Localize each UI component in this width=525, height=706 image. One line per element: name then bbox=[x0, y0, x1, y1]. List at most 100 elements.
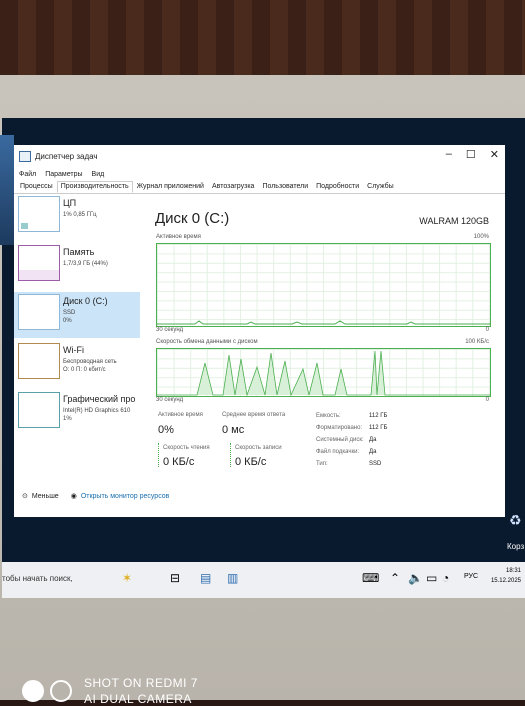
resource-monitor-icon: ◉ bbox=[70, 493, 77, 500]
prop-page-file-value: Да bbox=[369, 449, 377, 455]
recycle-bin-icon[interactable]: ♻ bbox=[509, 512, 525, 532]
prop-capacity-label: Емкость: bbox=[316, 413, 341, 419]
task-manager-window: Диспетчер задач – ☐ ✕ Файл Параметры Вид… bbox=[14, 145, 505, 517]
sidebar-item-usage: 1% bbox=[63, 416, 72, 422]
wifi-icon[interactable]: ◔ bbox=[442, 571, 449, 585]
sidebar-item-disk[interactable]: Диск 0 (C:) SSD 0% bbox=[14, 292, 140, 338]
sidebar-item-usage: 0% bbox=[63, 318, 72, 324]
wifi-thumbnail-graph bbox=[18, 343, 60, 379]
read-speed-label: Скорость чтения bbox=[163, 445, 210, 451]
transfer-rate-graph-label: Скорость обмена данными с диском bbox=[156, 339, 258, 345]
watermark-line2: AI DUAL CAMERA bbox=[84, 692, 192, 706]
active-time-graph-max: 100% bbox=[473, 234, 489, 240]
recycle-bin-label: Корз bbox=[507, 542, 525, 551]
task-manager-taskbar-icon[interactable]: ▥ bbox=[227, 571, 238, 585]
sidebar-item-label: ЦП bbox=[63, 198, 77, 208]
camera-watermark-logo bbox=[22, 680, 72, 702]
battery-icon[interactable]: ▭ bbox=[426, 571, 437, 585]
clock-date: 15.12.2025 bbox=[490, 578, 521, 584]
watermark-circle-outline-icon bbox=[50, 680, 72, 702]
response-time-label: Среднее время ответа bbox=[222, 412, 286, 418]
response-time-value: 0 мс bbox=[222, 424, 245, 436]
watermark-circle-filled-icon bbox=[22, 680, 44, 702]
menu-options[interactable]: Параметры bbox=[45, 171, 82, 178]
wall-background bbox=[0, 0, 525, 78]
sidebar-item-label: Wi-Fi bbox=[63, 345, 84, 355]
disk-thumbnail-graph bbox=[18, 294, 60, 330]
sidebar-item-label: Память bbox=[63, 247, 95, 257]
active-time-value: 0% bbox=[158, 424, 174, 436]
sidebar-item-label: Диск 0 (C:) bbox=[63, 296, 108, 306]
tab-processes[interactable]: Процессы bbox=[16, 181, 57, 193]
weather-icon[interactable]: ✶ bbox=[122, 571, 132, 585]
tab-users[interactable]: Пользователи bbox=[258, 181, 312, 193]
sidebar-item-label: Графический про bbox=[63, 394, 136, 404]
fewer-details-button[interactable]: Меньше bbox=[32, 493, 59, 500]
show-hidden-icons-chevron-icon[interactable]: ⌃ bbox=[390, 571, 400, 585]
tab-app-history[interactable]: Журнал приложений bbox=[133, 181, 208, 193]
active-time-graph-min: 0 bbox=[485, 327, 489, 333]
write-speed-value: 0 КБ/с bbox=[235, 456, 267, 468]
task-manager-icon bbox=[19, 150, 31, 162]
volume-icon[interactable]: 🔈 bbox=[408, 571, 423, 585]
open-resource-monitor-link[interactable]: Открыть монитор ресурсов bbox=[81, 493, 170, 500]
prop-type-label: Тип: bbox=[316, 461, 328, 467]
transfer-rate-graph bbox=[156, 348, 491, 397]
search-box[interactable]: тобы начать поиск, bbox=[2, 568, 82, 590]
sidebar-item-memory[interactable]: Память 1,7/3,9 ГБ (44%) bbox=[14, 243, 140, 289]
cpu-thumbnail-graph bbox=[18, 196, 60, 232]
title-bar[interactable]: Диспетчер задач – ☐ ✕ bbox=[14, 145, 505, 167]
menu-file[interactable]: Файл bbox=[19, 171, 36, 178]
disk-model: WALRAM 120GB bbox=[419, 216, 489, 226]
transfer-rate-graph-timespan: 30 секунд bbox=[156, 397, 184, 403]
watermark-line1: SHOT ON REDMI 7 bbox=[84, 676, 198, 690]
language-indicator[interactable]: РУС bbox=[464, 573, 478, 580]
active-time-graph-label: Активное время bbox=[156, 234, 201, 240]
sidebar-item-detail: 1% 0,85 ГГц bbox=[63, 212, 97, 218]
file-explorer-icon[interactable]: ▤ bbox=[200, 571, 211, 585]
performance-sidebar: ЦП 1% 0,85 ГГц Память 1,7/3,9 ГБ (44%) Д… bbox=[14, 194, 140, 486]
tab-details[interactable]: Подробности bbox=[312, 181, 363, 193]
transfer-rate-graph-min: 0 bbox=[485, 397, 489, 403]
keyboard-icon[interactable]: ⌨ bbox=[362, 571, 379, 585]
prop-system-disk-value: Да bbox=[369, 437, 377, 443]
maximize-button[interactable]: ☐ bbox=[466, 148, 476, 161]
sidebar-item-detail: 1,7/3,9 ГБ (44%) bbox=[63, 261, 108, 267]
disk-title: Диск 0 (C:) bbox=[155, 210, 230, 227]
clock-time: 18:31 bbox=[505, 568, 521, 574]
gpu-thumbnail-graph bbox=[18, 392, 60, 428]
menu-bar: Файл Параметры Вид bbox=[14, 167, 505, 181]
footer: ⊙ Меньше ◉ Открыть монитор ресурсов bbox=[22, 492, 170, 501]
transfer-rate-graph-max: 100 КБ/с bbox=[465, 339, 489, 345]
menu-view[interactable]: Вид bbox=[92, 171, 105, 178]
write-speed-indicator bbox=[230, 443, 232, 467]
sidebar-item-cpu[interactable]: ЦП 1% 0,85 ГГц bbox=[14, 194, 140, 240]
prop-page-file-label: Файл подкачки: bbox=[316, 449, 360, 455]
active-time-line bbox=[157, 320, 490, 325]
write-speed-label: Скорость записи bbox=[235, 445, 282, 451]
collapse-icon[interactable]: ⊙ bbox=[22, 492, 28, 500]
task-view-icon[interactable]: ⊟ bbox=[170, 571, 180, 585]
prop-formatted-value: 112 ГБ bbox=[369, 425, 388, 431]
sidebar-item-detail: SSD bbox=[63, 310, 76, 316]
tab-startup[interactable]: Автозагрузка bbox=[208, 181, 258, 193]
active-time-graph-timespan: 30 секунд bbox=[156, 327, 184, 333]
read-speed-indicator bbox=[158, 443, 160, 467]
taskbar: тобы начать поиск, ✶ ⊟ ▤ ▥ ⌨ ⌃ 🔈 ▭ ◔ РУС… bbox=[2, 562, 525, 598]
sidebar-item-gpu[interactable]: Графический про Intel(R) HD Graphics 610… bbox=[14, 390, 140, 436]
window-title: Диспетчер задач bbox=[35, 151, 98, 161]
tab-performance[interactable]: Производительность bbox=[56, 181, 133, 193]
read-speed-value: 0 КБ/с bbox=[163, 456, 195, 468]
prop-formatted-label: Форматировано: bbox=[316, 425, 363, 431]
active-time-graph bbox=[156, 243, 491, 327]
active-time-label: Активное время bbox=[158, 412, 203, 418]
prop-capacity-value: 112 ГБ bbox=[369, 413, 388, 419]
sidebar-item-usage: О: 0 П: 0 кбит/с bbox=[63, 367, 106, 373]
sidebar-item-detail: Intel(R) HD Graphics 610 bbox=[63, 408, 131, 414]
sidebar-item-wifi[interactable]: Wi-Fi Беспроводная сеть О: 0 П: 0 кбит/с bbox=[14, 341, 140, 387]
tab-services[interactable]: Службы bbox=[363, 181, 398, 193]
minimize-button[interactable]: – bbox=[446, 148, 452, 161]
prop-type-value: SSD bbox=[369, 461, 382, 467]
clock[interactable]: 18:31 15.12.2025 bbox=[491, 566, 521, 586]
close-button[interactable]: ✕ bbox=[490, 148, 499, 161]
